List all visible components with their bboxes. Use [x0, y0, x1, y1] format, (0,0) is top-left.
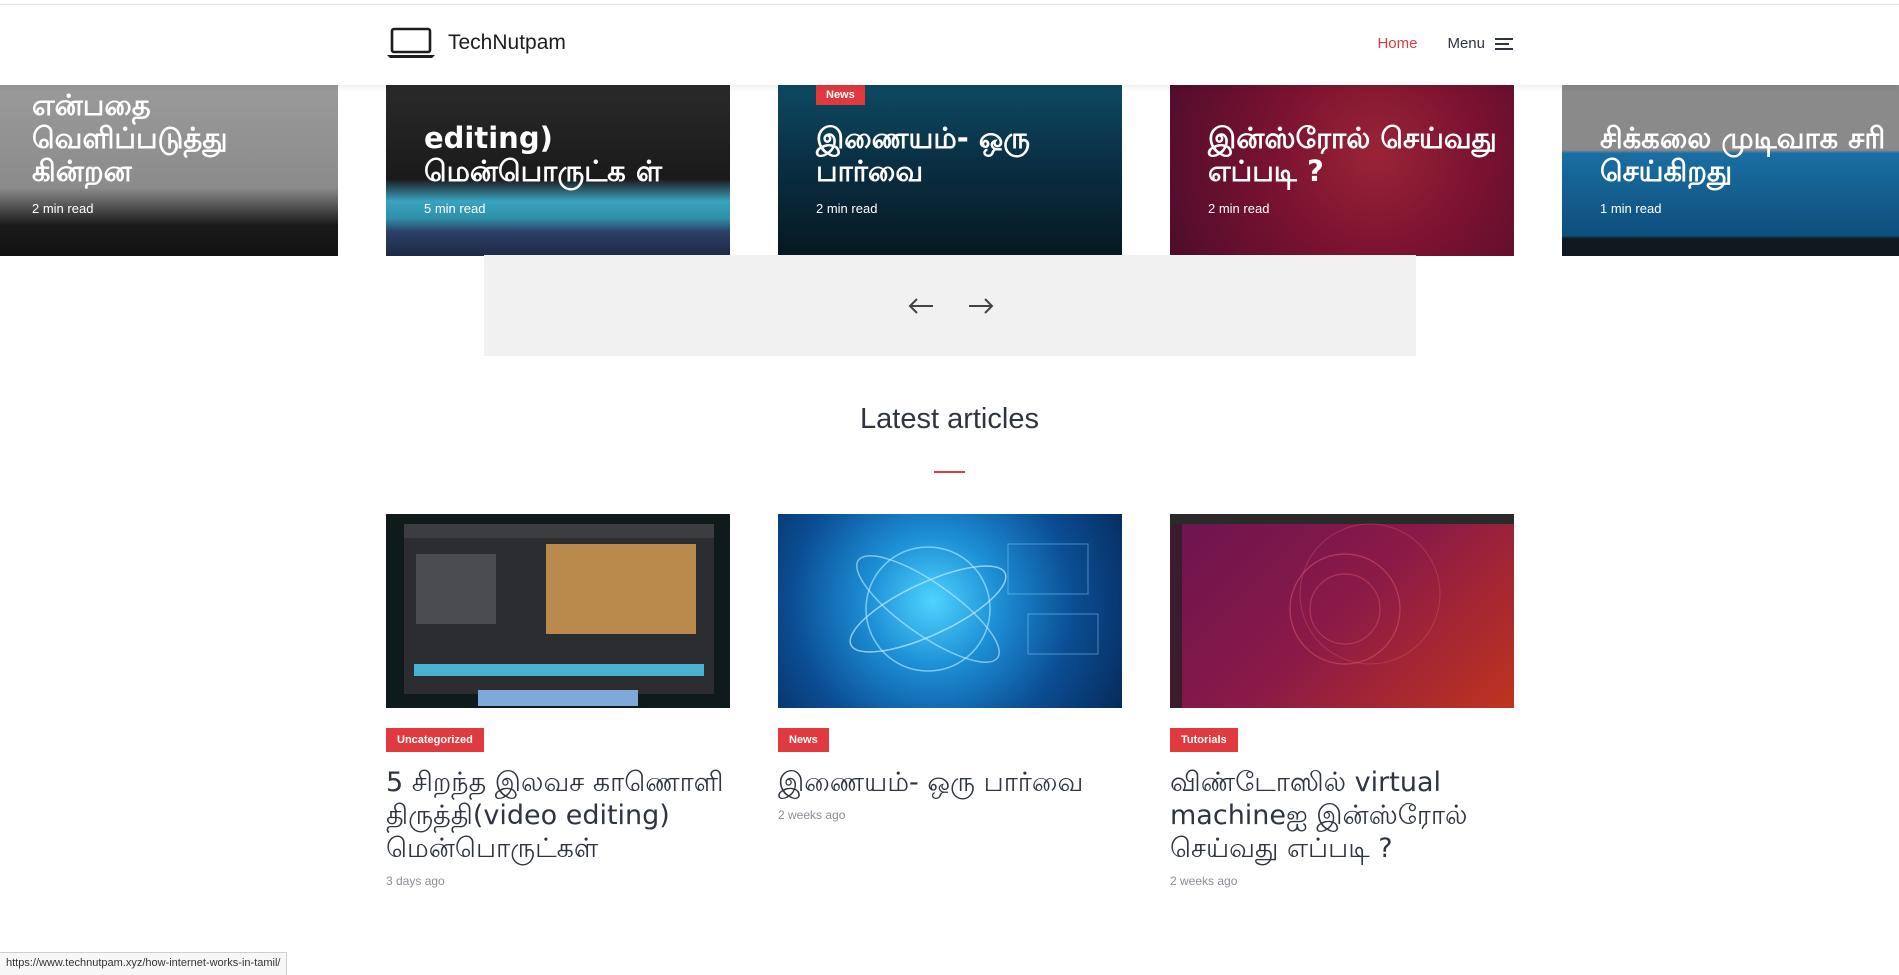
article-thumbnail[interactable] — [778, 514, 1122, 708]
video-editor-screenshot-image — [386, 514, 730, 708]
article-date: 3 days ago — [386, 874, 445, 888]
article-date: 2 weeks ago — [1170, 874, 1238, 888]
arrow-right-icon[interactable] — [966, 291, 996, 321]
carousel-slide-1[interactable]: என்பதை வெளிப்படுத்து கின்றன 2 min read — [0, 85, 338, 256]
article-card: Uncategorized 5 சிறந்த இலவச காணொளி திருத… — [386, 514, 730, 888]
article-card: News இணையம்- ஒரு பார்வை 2 weeks ago — [778, 514, 1122, 822]
slide-meta: 2 min read — [816, 201, 878, 216]
menu-button[interactable]: Menu — [1447, 35, 1513, 52]
article-title[interactable]: விண்டோஸில் virtual machineஐ இன்ஸ்ரோல் செ… — [1170, 766, 1514, 865]
article-card: Tutorials விண்டோஸில் virtual machineஐ இன… — [1170, 514, 1514, 888]
slide-meta: 2 min read — [32, 201, 94, 216]
article-title[interactable]: 5 சிறந்த இலவச காணொளி திருத்தி(video edit… — [386, 766, 730, 865]
slide-title: என்பதை வெளிப்படுத்து கின்றன — [32, 88, 228, 188]
ubuntu-desktop-screenshot-image — [1170, 514, 1514, 708]
slide-meta: 1 min read — [1600, 201, 1662, 216]
menu-label: Menu — [1447, 35, 1485, 52]
nav-home-link[interactable]: Home — [1377, 35, 1417, 52]
category-badge[interactable]: Tutorials — [1170, 728, 1238, 752]
site-logo[interactable]: TechNutpam — [386, 27, 566, 59]
article-title[interactable]: இணையம்- ஒரு பார்வை — [778, 766, 1122, 799]
slide-title: இன்ஸ்ரோல் செய்வது எப்படி ? — [1208, 121, 1497, 188]
hamburger-icon — [1495, 37, 1513, 50]
site-name: TechNutpam — [448, 31, 566, 54]
carousel-slide-2[interactable]: editing) மென்பொருட்க ள் 5 min read — [386, 85, 730, 256]
carousel-slide-3[interactable]: இணையம்- ஒரு பார்வை 2 min read — [778, 85, 1122, 256]
section-title-underline — [934, 471, 965, 473]
slide-meta: 5 min read — [424, 201, 486, 216]
category-badge[interactable]: News — [778, 728, 829, 752]
slide-category-badge[interactable]: News — [816, 85, 865, 105]
article-thumbnail[interactable] — [386, 514, 730, 708]
carousel-arrows — [906, 291, 996, 321]
browser-top-edge — [0, 0, 1899, 5]
slide-meta: 2 min read — [1208, 201, 1270, 216]
slide-title: இணையம்- ஒரு பார்வை — [816, 121, 1031, 188]
site-header: TechNutpam Home Menu — [0, 5, 1899, 85]
carousel-slide-5[interactable]: சிக்கலை முடிவாக சரி செய்கிறது 1 min read — [1562, 85, 1899, 256]
section-title: Latest articles — [860, 403, 1039, 435]
laptop-icon — [386, 27, 436, 59]
browser-status-url: https://www.technutpam.xyz/how-internet-… — [0, 952, 288, 975]
globe-network-image — [849, 543, 1099, 672]
arrow-left-icon[interactable] — [906, 291, 936, 321]
article-thumbnail[interactable] — [1170, 514, 1514, 708]
article-date: 2 weeks ago — [778, 808, 846, 822]
slide-title: சிக்கலை முடிவாக சரி செய்கிறது — [1600, 121, 1886, 188]
category-badge[interactable]: Uncategorized — [386, 728, 484, 752]
carousel-slide-4[interactable]: இன்ஸ்ரோல் செய்வது எப்படி ? 2 min read — [1170, 85, 1514, 256]
slide-title: editing) மென்பொருட்க ள் — [424, 121, 663, 188]
main-nav: Home Menu — [1377, 35, 1513, 52]
